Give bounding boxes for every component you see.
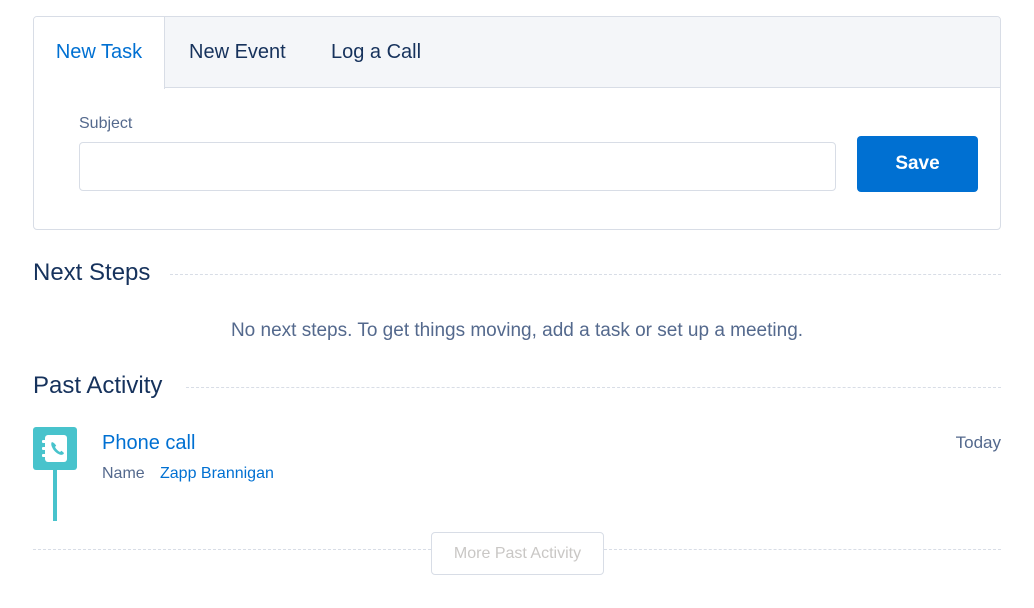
tab-new-task[interactable]: New Task xyxy=(34,17,165,89)
tab-log-a-call[interactable]: Log a Call xyxy=(331,17,421,88)
past-activity-divider xyxy=(186,387,1001,388)
activity-date: Today xyxy=(955,433,1001,452)
save-button[interactable]: Save xyxy=(857,136,978,192)
subject-label: Subject xyxy=(79,115,133,132)
phone-call-icon xyxy=(33,427,77,470)
activity-composer: New Task New Event Log a Call Subject Sa… xyxy=(33,16,1001,230)
more-divider-right xyxy=(604,549,1001,550)
next-steps-heading: Next Steps xyxy=(33,259,165,287)
timeline-connector xyxy=(53,470,57,521)
activity-name-link[interactable]: Zapp Brannigan xyxy=(160,465,274,483)
next-steps-divider xyxy=(170,274,1001,275)
more-divider-left xyxy=(33,549,431,550)
subject-input[interactable] xyxy=(79,142,836,191)
more-past-activity-button[interactable]: More Past Activity xyxy=(431,532,604,575)
composer-tabs: New Task New Event Log a Call xyxy=(34,17,1000,89)
tab-new-event[interactable]: New Event xyxy=(189,17,286,88)
activity-name-label: Name xyxy=(102,465,145,482)
activity-title-link[interactable]: Phone call xyxy=(102,432,195,455)
past-activity-heading: Past Activity xyxy=(33,372,177,400)
phone-book-icon xyxy=(42,435,67,462)
next-steps-empty-message: No next steps. To get things moving, add… xyxy=(230,320,804,341)
